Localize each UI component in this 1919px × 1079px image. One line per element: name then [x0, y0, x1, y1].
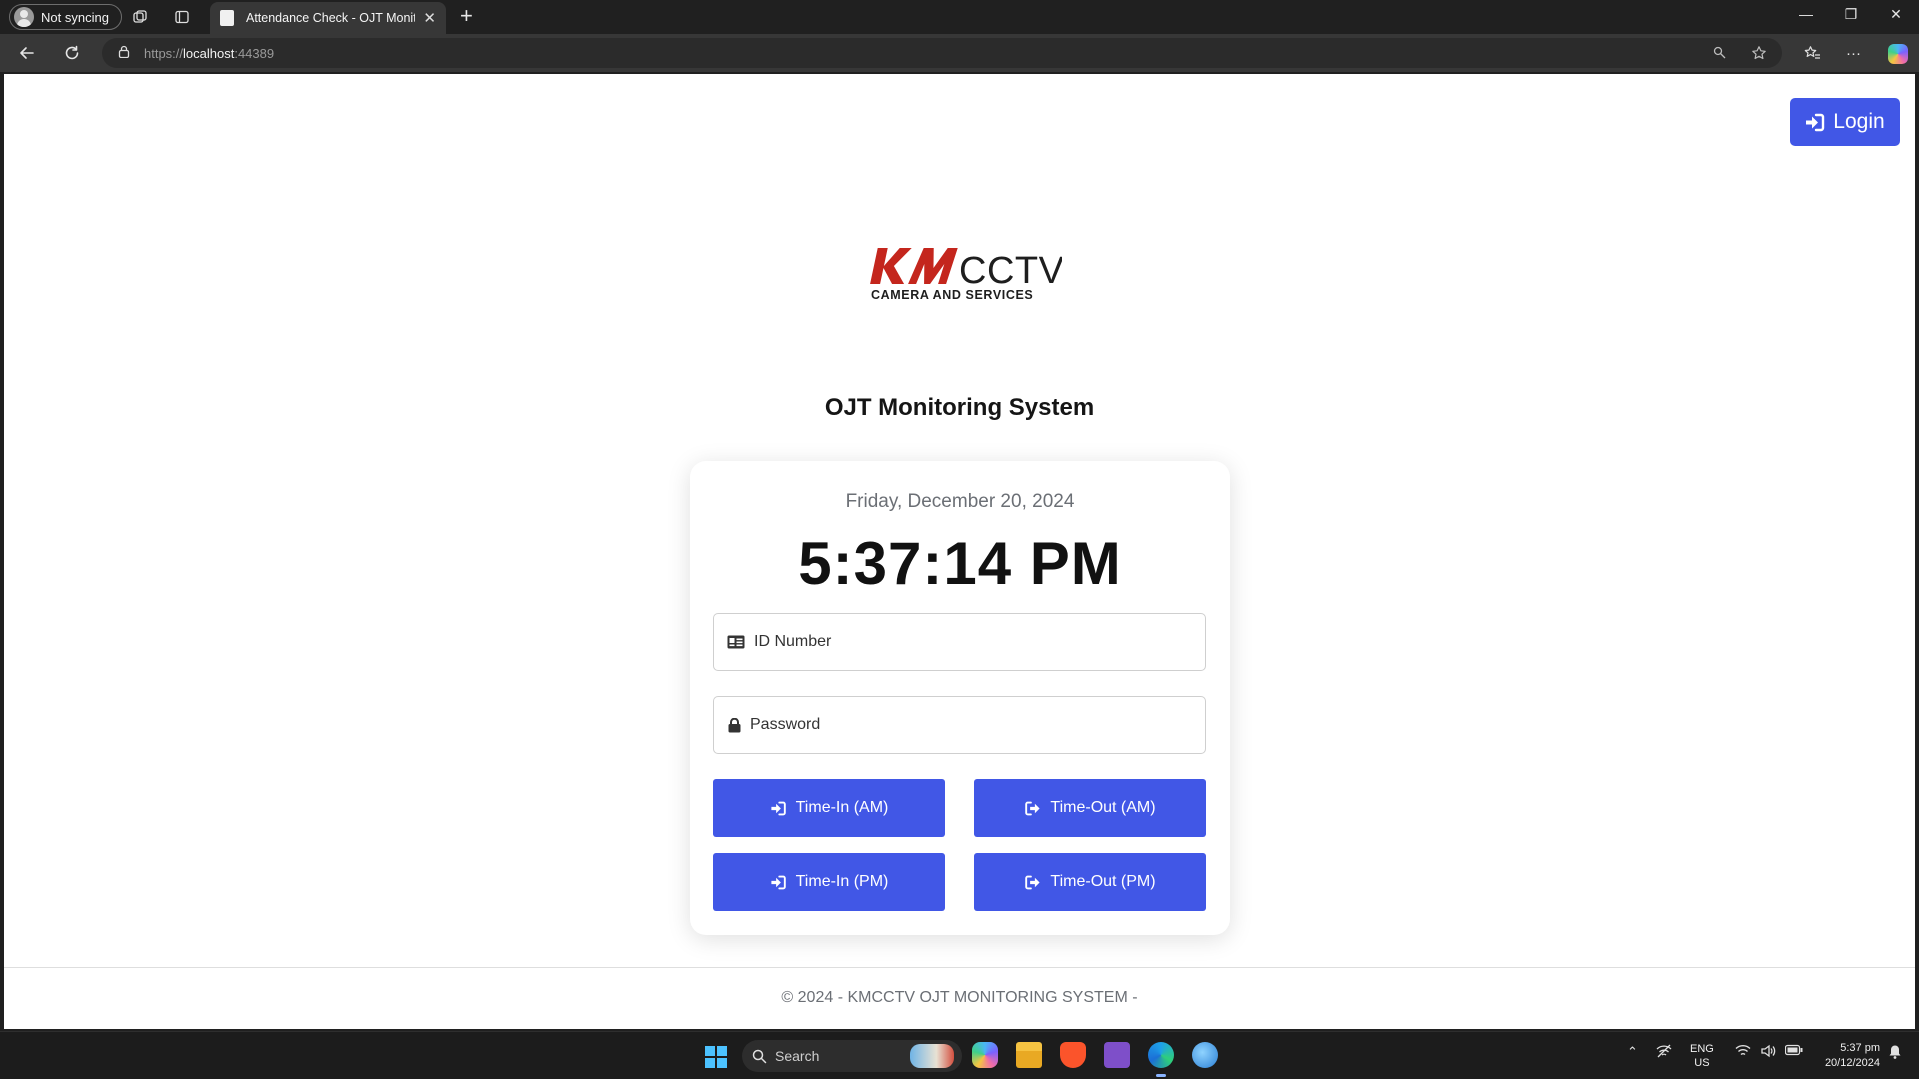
system-time: 5:37 pm: [1840, 1042, 1880, 1054]
favorites-icon[interactable]: [1804, 45, 1821, 65]
start-button[interactable]: [705, 1046, 727, 1068]
tab-close-icon[interactable]: ✕: [423, 9, 436, 27]
copilot-icon[interactable]: [1888, 44, 1908, 64]
page-title: OJT Monitoring System: [824, 394, 1095, 421]
favorite-star-icon[interactable]: [1751, 45, 1767, 65]
current-time: 5:37:14 PM: [798, 530, 1122, 597]
time-out-pm-label: Time-Out (PM): [1050, 873, 1156, 890]
wifi-icon[interactable]: [1735, 1044, 1751, 1060]
brave-browser-icon[interactable]: [1060, 1042, 1086, 1068]
page-favicon-icon: [220, 10, 234, 26]
search-highlight-icon: [910, 1044, 954, 1068]
login-button[interactable]: Login: [1790, 98, 1900, 146]
password-input[interactable]: [750, 716, 1170, 734]
password-field[interactable]: [713, 696, 1206, 754]
footer-text: © 2024 - KMCCTV OJT MONITORING SYSTEM -: [781, 989, 1138, 1006]
tab-actions-icon[interactable]: [172, 7, 192, 27]
attendance-card: Friday, December 20, 2024 5:37:14 PM Tim…: [690, 461, 1230, 935]
file-explorer-icon[interactable]: [1016, 1042, 1042, 1068]
taskbar-search[interactable]: Search: [742, 1040, 962, 1072]
system-date: 20/12/2024: [1824, 1057, 1880, 1069]
visual-studio-icon[interactable]: [1104, 1042, 1130, 1068]
sign-in-icon: [771, 801, 786, 815]
new-tab-button[interactable]: +: [460, 4, 473, 28]
more-options-icon[interactable]: ···: [1846, 45, 1861, 62]
url-host: localhost: [183, 45, 235, 61]
time-in-am-label: Time-In (AM): [795, 799, 889, 816]
restore-button[interactable]: ❐: [1831, 6, 1871, 23]
show-hidden-icons-chevron-icon[interactable]: ⌃: [1627, 1044, 1638, 1060]
time-in-am-button[interactable]: Time-In (AM): [713, 779, 945, 837]
volume-icon[interactable]: [1760, 1044, 1776, 1061]
svg-text:CAMERA AND SERVICES: CAMERA AND SERVICES: [871, 288, 1033, 302]
id-card-icon: [727, 634, 745, 650]
login-label: Login: [1833, 110, 1885, 133]
weather-app-icon[interactable]: [1192, 1042, 1218, 1068]
url-bar[interactable]: https://localhost:44389: [102, 38, 1782, 68]
keyboard-layout: US: [1694, 1057, 1710, 1069]
edge-browser-icon[interactable]: [1148, 1042, 1174, 1077]
profile-label: Not syncing: [41, 9, 109, 25]
language-indicator[interactable]: ENG US: [1690, 1042, 1714, 1070]
network-status-icon[interactable]: [1656, 1044, 1672, 1061]
read-aloud-icon[interactable]: [1712, 45, 1727, 64]
windows-taskbar: Search ⌃ ENG US 5:37 pm 20/12/2024: [0, 1031, 1919, 1079]
search-icon: [752, 1049, 767, 1063]
battery-icon[interactable]: [1784, 1044, 1803, 1059]
back-button[interactable]: [15, 42, 39, 64]
language-code: ENG: [1690, 1043, 1714, 1055]
avatar: [14, 7, 34, 27]
lock-icon: [727, 717, 741, 733]
system-clock[interactable]: 5:37 pm 20/12/2024: [1808, 1041, 1880, 1071]
tab-title: Attendance Check - OJT Monitoring: [246, 11, 416, 25]
time-out-pm-button[interactable]: Time-Out (PM): [974, 853, 1206, 911]
svg-text:CCTV: CCTV: [959, 250, 1062, 292]
browser-tab[interactable]: Attendance Check - OJT Monitoring ✕: [210, 2, 446, 34]
sign-out-icon: [1025, 875, 1041, 889]
refresh-button[interactable]: [60, 42, 84, 64]
current-date: Friday, December 20, 2024: [845, 491, 1075, 512]
profile-button[interactable]: Not syncing: [9, 4, 122, 30]
workspaces-icon[interactable]: [130, 7, 150, 27]
address-bar-row: https://localhost:44389 ···: [0, 34, 1919, 72]
lock-icon[interactable]: [118, 45, 130, 61]
close-window-button[interactable]: ✕: [1876, 6, 1916, 23]
minimize-button[interactable]: —: [1786, 6, 1826, 22]
footer-divider: [4, 967, 1915, 968]
page-viewport: Login CCTV CAMERA AND SERVICES OJT Monit…: [4, 74, 1915, 1029]
search-label: Search: [775, 1048, 820, 1064]
sign-out-icon: [1025, 801, 1041, 815]
id-number-field[interactable]: [713, 613, 1206, 671]
url-port: :44389: [234, 45, 275, 61]
sign-in-icon: [771, 875, 786, 889]
time-in-pm-button[interactable]: Time-In (PM): [713, 853, 945, 911]
browser-titlebar: Not syncing Attendance Check - OJT Monit…: [0, 0, 1919, 34]
time-out-am-button[interactable]: Time-Out (AM): [974, 779, 1206, 837]
kmcctv-logo: CCTV CAMERA AND SERVICES: [870, 248, 1062, 302]
copilot-app-icon[interactable]: [972, 1042, 998, 1068]
time-out-am-label: Time-Out (AM): [1050, 799, 1156, 816]
notification-bell-icon[interactable]: [1888, 1044, 1902, 1062]
time-in-pm-label: Time-In (PM): [795, 873, 889, 890]
sign-in-icon: [1806, 113, 1825, 131]
id-number-input[interactable]: [754, 633, 1174, 651]
url-scheme: https://: [144, 45, 184, 61]
